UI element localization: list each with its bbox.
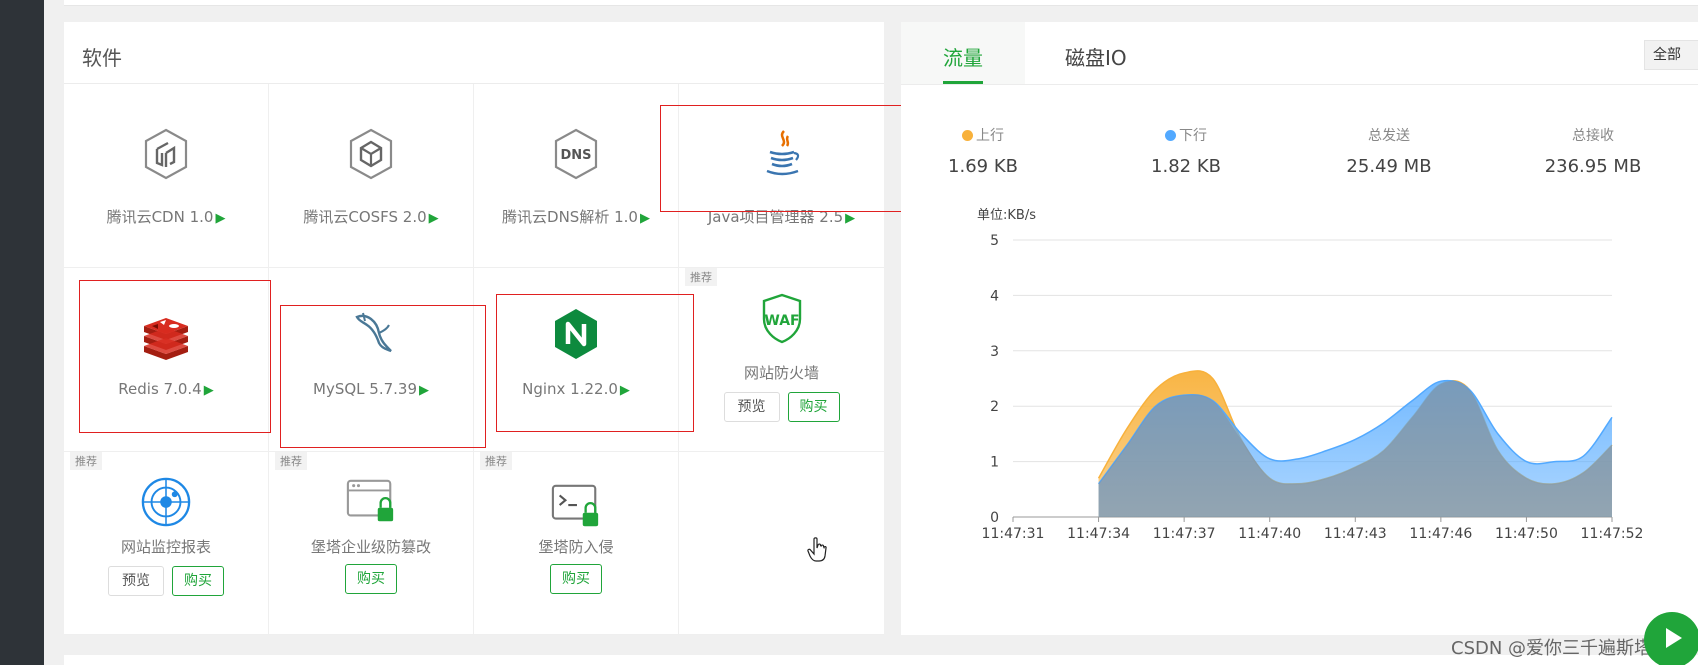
software-item-label: 堡塔企业级防篡改: [310, 538, 431, 556]
x-tick-label: 11:47:43: [1324, 526, 1387, 542]
buy-button[interactable]: 购买: [345, 564, 397, 594]
tencent-cdn-icon: [140, 126, 192, 182]
software-panel: 软件 腾讯云CDN 1.0 ▶ 腾讯云COSFS 2.0 ▶ DNS 腾讯云DNS解…: [64, 22, 947, 635]
tamper-proof-icon: [345, 474, 397, 530]
software-item-waf[interactable]: 推荐 WAF 网站防火墙 预览 购买: [679, 268, 884, 452]
software-item-label: 腾讯云COSFS 2.0 ▶: [303, 208, 439, 226]
x-tick-label: 11:47:31: [982, 526, 1045, 542]
software-item-label: 腾讯云DNS解析 1.0 ▶: [502, 208, 650, 226]
svg-text:DNS: DNS: [560, 148, 591, 163]
csdn-watermark: CSDN @爱你三千遍斯塔克: [1451, 638, 1671, 659]
x-tick-label: 11:47:46: [1409, 526, 1472, 542]
play-icon: ▶: [639, 211, 650, 226]
intrusion-defense-icon: [550, 478, 602, 534]
empty-slot: [679, 452, 884, 635]
traffic-chart: 单位:KB/s 0 1 2 3 4 5 11:47:31 11:47:34 11:47:37 11:…: [977, 208, 1644, 542]
x-tick-label: 11:47:50: [1495, 526, 1558, 542]
software-item-site-monitor[interactable]: 推荐 网站监控报表 预览 购买: [64, 452, 269, 635]
buy-button[interactable]: 购买: [787, 392, 840, 422]
dns-icon: DNS: [550, 126, 602, 182]
y-tick-label: 3: [990, 344, 999, 360]
action-buttons: 预览 购买: [64, 566, 268, 596]
y-tick-label: 0: [990, 510, 999, 526]
y-tick-label: 1: [990, 455, 999, 471]
recommend-tag: 推荐: [480, 452, 512, 470]
tencent-cosfs-icon: [345, 126, 397, 182]
x-tick-label: 11:47:52: [1581, 526, 1644, 542]
hand-cursor-icon: [807, 537, 827, 562]
y-tick-label: 2: [990, 399, 999, 415]
service-float-button[interactable]: [1640, 600, 1698, 665]
recommend-tag: 推荐: [275, 452, 307, 470]
play-icon: ▶: [215, 211, 226, 226]
software-item-intrusion-defense[interactable]: 推荐 堡塔防入侵 购买: [474, 452, 679, 635]
recommend-tag: 推荐: [70, 452, 102, 470]
action-buttons: 预览 购买: [679, 392, 884, 422]
software-item-tamper-proof[interactable]: 推荐 堡塔企业级防篡改 购买: [269, 452, 474, 635]
highlight-box: [79, 280, 271, 433]
highlight-box: [280, 305, 486, 448]
action-buttons: 购买: [474, 564, 678, 594]
software-panel-title: 软件: [82, 46, 122, 70]
highlight-box: [496, 294, 694, 432]
recommend-tag: 推荐: [685, 268, 717, 286]
y-tick-label: 5: [990, 233, 999, 249]
software-item-label: 堡塔防入侵: [538, 538, 614, 556]
x-tick-label: 11:47:40: [1238, 526, 1301, 542]
x-tick-label: 11:47:34: [1067, 526, 1130, 542]
svg-text:WAF: WAF: [764, 313, 799, 329]
play-icon: ▶: [428, 211, 439, 226]
play-icon: ▶: [845, 211, 856, 226]
software-item-label: 网站监控报表: [120, 538, 211, 556]
action-buttons: 购买: [269, 564, 473, 594]
waf-icon: WAF: [756, 290, 808, 346]
buy-button[interactable]: 购买: [172, 566, 224, 596]
preview-button[interactable]: 预览: [108, 566, 164, 596]
buy-button[interactable]: 购买: [550, 564, 602, 594]
left-sidebar: [0, 0, 44, 665]
software-item-label: 网站防火墙: [743, 364, 819, 382]
traffic-panel: 流量 磁盘IO 全部 上行 1.69 KB 下行 1.82 KB 总发送 25.…: [901, 22, 1698, 635]
software-item-tencent-dns[interactable]: DNS 腾讯云DNS解析 1.0 ▶: [474, 84, 679, 268]
y-axis-label: 单位:KB/s: [977, 208, 1036, 223]
preview-button[interactable]: 预览: [723, 392, 780, 422]
software-item-tencent-cdn[interactable]: 腾讯云CDN 1.0 ▶: [64, 84, 269, 268]
y-tick-label: 4: [990, 288, 999, 304]
x-tick-label: 11:47:37: [1153, 526, 1216, 542]
software-item-label: 腾讯云CDN 1.0 ▶: [106, 208, 226, 226]
software-item-tencent-cosfs[interactable]: 腾讯云COSFS 2.0 ▶: [269, 84, 474, 268]
top-card-edge: [64, 0, 1698, 6]
monitor-report-icon: [140, 474, 192, 530]
